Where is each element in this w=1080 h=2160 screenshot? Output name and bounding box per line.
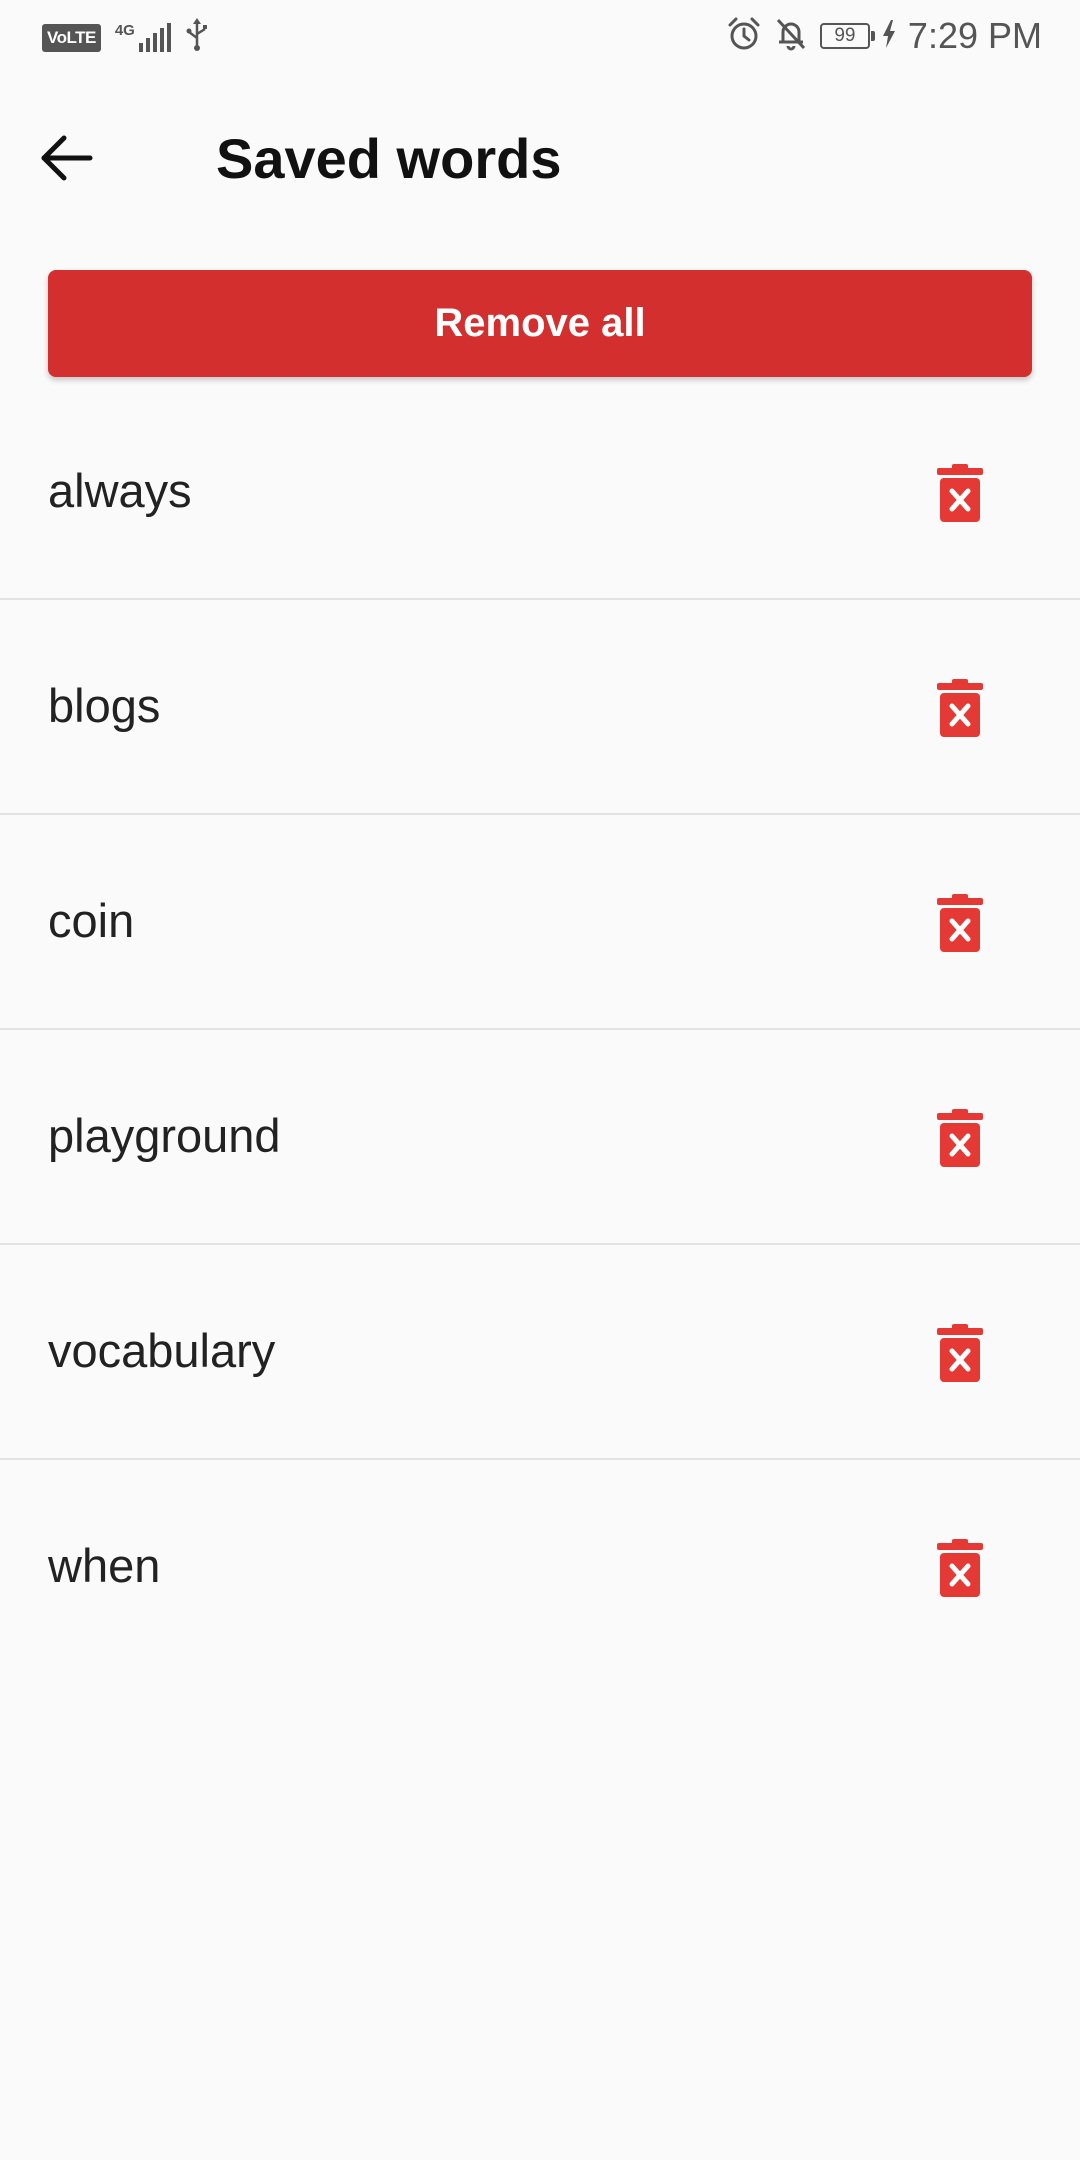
delete-word-button[interactable]	[930, 675, 990, 741]
list-item: always	[0, 385, 1080, 600]
saved-words-list: always blogs coin playground vocabulary …	[0, 385, 1080, 1675]
alarm-icon	[726, 16, 762, 57]
back-button[interactable]	[40, 118, 130, 198]
word-label[interactable]: always	[48, 461, 192, 521]
word-label[interactable]: when	[48, 1536, 160, 1596]
arrow-left-icon	[41, 135, 93, 181]
word-label[interactable]: blogs	[48, 676, 160, 736]
delete-word-button[interactable]	[930, 1535, 990, 1601]
list-item: when	[0, 1460, 1080, 1675]
word-label[interactable]: coin	[48, 891, 134, 951]
list-item: blogs	[0, 600, 1080, 815]
status-bar-left: VoLTE 4G	[42, 18, 208, 57]
delete-forever-icon	[937, 894, 983, 952]
word-label[interactable]: playground	[48, 1106, 281, 1166]
volte-badge: VoLTE	[42, 23, 101, 52]
remove-all-button[interactable]: Remove all	[48, 270, 1032, 377]
delete-forever-icon	[937, 1324, 983, 1382]
delete-word-button[interactable]	[930, 1105, 990, 1171]
battery-indicator: 99	[819, 23, 875, 49]
delete-forever-icon	[937, 1109, 983, 1167]
list-item: coin	[0, 815, 1080, 1030]
bolt-icon	[882, 19, 896, 53]
list-item: vocabulary	[0, 1245, 1080, 1460]
network-type-label: 4G	[114, 21, 135, 39]
delete-forever-icon	[937, 1539, 983, 1597]
signal-icon: 4G	[114, 21, 172, 53]
delete-word-button[interactable]	[930, 890, 990, 956]
page-title: Saved words	[216, 127, 562, 190]
status-bar: VoLTE 4G 99 7:29 PM	[0, 0, 1080, 72]
app-bar: Saved words	[0, 80, 1080, 235]
delete-word-button[interactable]	[930, 460, 990, 526]
word-label[interactable]: vocabulary	[48, 1321, 275, 1381]
notifications-off-icon	[774, 16, 808, 57]
saved-words-screen: VoLTE 4G 99 7:29 PM Saved words Remove a…	[0, 0, 1080, 2160]
status-bar-right: 99 7:29 PM	[726, 14, 1042, 58]
delete-forever-icon	[937, 464, 983, 522]
delete-forever-icon	[937, 679, 983, 737]
usb-icon	[186, 18, 208, 57]
list-item: playground	[0, 1030, 1080, 1245]
delete-word-button[interactable]	[930, 1320, 990, 1386]
status-time: 7:29 PM	[907, 15, 1042, 56]
